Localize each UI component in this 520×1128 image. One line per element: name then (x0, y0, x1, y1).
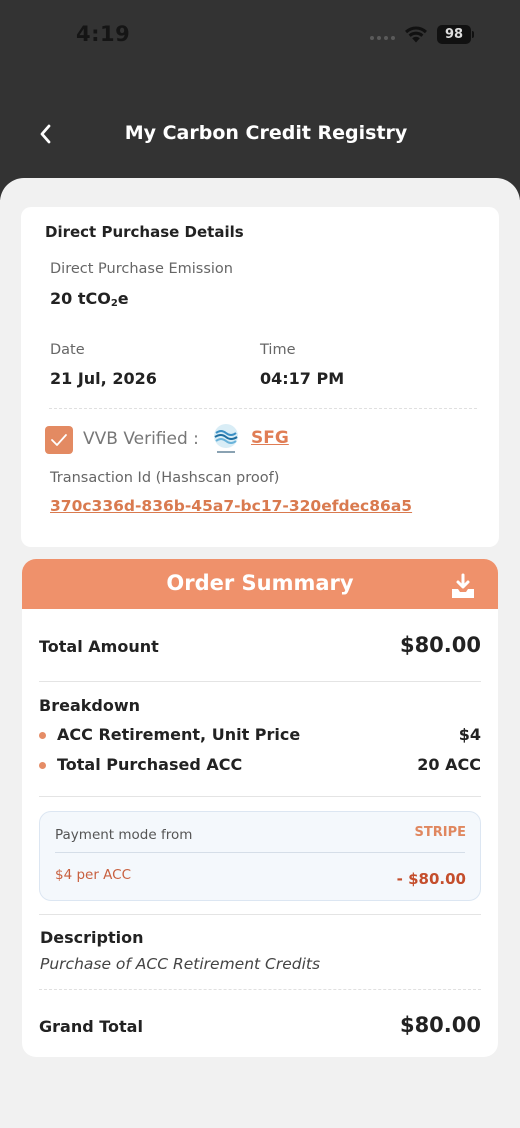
breakdown-item-value: 20 ACC (417, 755, 481, 774)
vvb-verified-label: VVB Verified : (83, 429, 199, 449)
wifi-icon (405, 26, 427, 43)
time-label: Time (260, 342, 296, 358)
vvb-name-link[interactable]: SFG (251, 428, 289, 448)
breakdown-item-label: Total Purchased ACC (57, 755, 243, 774)
grand-total-label: Grand Total (39, 1017, 143, 1036)
description-text: Purchase of ACC Retirement Credits (40, 955, 321, 973)
divider (39, 681, 481, 682)
order-summary-title: Order Summary (166, 571, 354, 595)
date-label: Date (50, 342, 85, 358)
cellular-signal-icon (370, 36, 395, 40)
status-time: 4:19 (76, 22, 131, 46)
breakdown-label: Breakdown (39, 696, 140, 715)
divider (39, 796, 481, 797)
divider (39, 989, 481, 990)
time-value: 04:17 PM (260, 369, 345, 388)
description-label: Description (40, 928, 144, 947)
breakdown-item-value: $4 (458, 725, 481, 744)
battery-tip (472, 31, 474, 38)
bullet-dot (39, 732, 46, 739)
divider (55, 852, 465, 853)
download-button[interactable] (449, 573, 477, 601)
divider (39, 914, 481, 915)
payment-rate: $4 per ACC (55, 867, 132, 883)
checkmark-icon (51, 434, 67, 446)
order-summary-header: Order Summary (22, 559, 498, 609)
divider (49, 408, 477, 409)
purchase-details-card: Direct Purchase Details Direct Purchase … (21, 207, 499, 547)
total-amount-value: $80.00 (399, 633, 481, 657)
emission-label: Direct Purchase Emission (50, 261, 233, 277)
download-icon (452, 573, 474, 598)
payment-mode-label: Payment mode from (55, 827, 193, 843)
date-value: 21 Jul, 2026 (50, 369, 157, 388)
order-summary-card: Order Summary Total Amount $80.00 Breakd… (22, 559, 498, 1057)
vvb-logo-icon (214, 424, 238, 453)
transaction-id-link[interactable]: 370c336d-836b-45a7-bc17-320efdec86a5 (50, 497, 412, 515)
purchase-details-title: Direct Purchase Details (45, 223, 244, 241)
grand-total-value: $80.00 (399, 1013, 481, 1037)
app-header: 4:19 98 My Carbon Credit Registry (0, 0, 520, 200)
bullet-dot (39, 762, 46, 769)
vvb-verified-checkbox[interactable] (45, 426, 73, 454)
payment-provider: STRIPE (414, 825, 467, 840)
transaction-label: Transaction Id (Hashscan proof) (50, 470, 280, 486)
payment-amount: - $80.00 (396, 870, 466, 888)
breakdown-item-label: ACC Retirement, Unit Price (57, 725, 301, 744)
battery-indicator: 98 (437, 25, 471, 44)
emission-value: 20 tCO2e (50, 289, 129, 309)
page-title: My Carbon Credit Registry (124, 122, 408, 144)
total-amount-label: Total Amount (39, 637, 159, 656)
payment-mode-box: Payment mode from STRIPE $4 per ACC - $8… (39, 811, 481, 901)
